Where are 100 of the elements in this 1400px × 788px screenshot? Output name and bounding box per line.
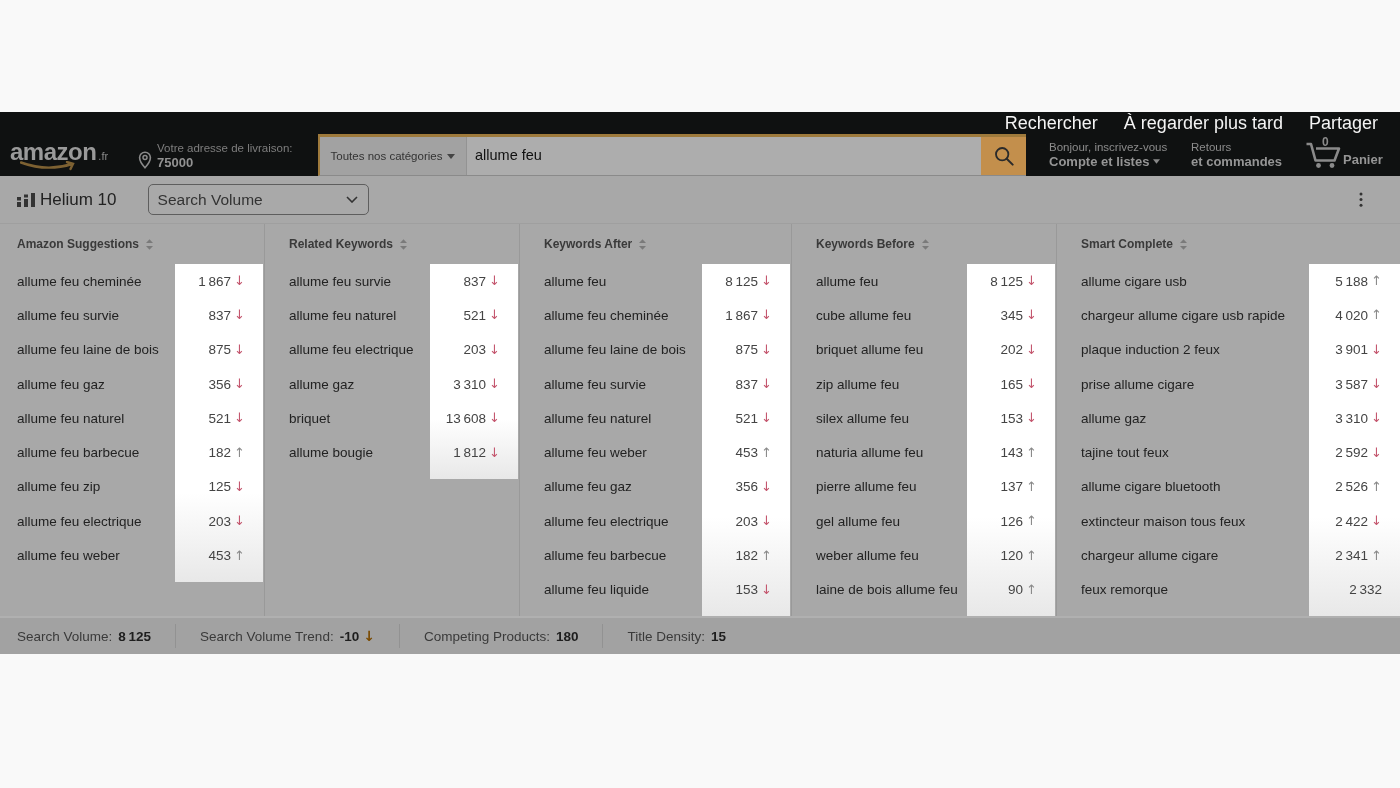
search-volume: 203 [463,342,487,358]
keyword-text: allume feu barbecue [17,445,140,461]
trend-arrow: ↑ [1371,478,1382,495]
delivery-postcode[interactable]: 75000 [157,154,293,170]
keyword-text: laine de bois allume feu [816,582,958,598]
trend-arrow: ↑ [1026,513,1037,530]
keyword-text: allume cigare bluetooth [1081,479,1221,495]
column-header[interactable]: Related Keywords [289,237,394,251]
orders-link[interactable]: et commandes [1191,153,1305,170]
sort-icon[interactable] [146,238,153,250]
summary-value: 15 [711,628,727,644]
trend-arrow: ↓ [489,444,500,461]
keyword-text: plaque induction 2 feux [1081,342,1220,358]
video-overlay-action[interactable]: À regarder plus tard [1123,112,1283,134]
chevron-down-icon [345,196,358,203]
column-header[interactable]: Keywords Before [816,237,915,251]
column-header[interactable]: Keywords After [544,237,633,251]
account-link[interactable]: Compte et listes [1049,153,1191,170]
keyword-text: allume cigare usb [1081,273,1187,289]
search-volume: 837 [463,273,487,289]
search-volume: 837 [735,376,759,392]
caret-down-icon [1153,159,1161,164]
sort-icon[interactable] [400,238,408,250]
metric-dropdown[interactable]: Search Volume [147,184,369,215]
search-volume: 2 332 [1349,582,1382,598]
keyword-text: allume feu weber [544,445,647,461]
trend-arrow: ↓ [489,376,500,393]
search-icon [993,146,1014,166]
video-overlay-action[interactable]: Rechercher [1004,112,1098,134]
trend-arrow: ↓ [1371,513,1382,530]
keyword-text: allume bougie [289,445,374,461]
keyword-text: allume feu survie [544,376,647,392]
keyword-text: allume feu liquide [544,582,650,598]
cart-count: 0 [1322,136,1329,149]
trend-arrow: ↓ [761,273,772,290]
sort-icon[interactable] [639,238,647,250]
sort-icon[interactable] [921,238,929,250]
keyword-text: allume gaz [289,376,355,392]
keyword-text: chargeur allume cigare usb rapide [1081,307,1286,323]
search-volume: 3 901 [1335,342,1369,358]
column-header[interactable]: Amazon Suggestions [17,237,139,251]
trend-arrow: ↓ [1371,444,1382,461]
keyword-text: allume feu electrique [17,513,142,529]
search-volume: 8 125 [990,273,1024,289]
keyword-text: allume feu cheminée [17,273,142,289]
trend-arrow: ↑ [1371,307,1382,324]
keyword-text: feux remorque [1081,582,1169,598]
trend-arrow: ↓ [761,513,772,530]
trend-arrow: ↓ [761,581,772,598]
search-volume: 875 [735,342,759,358]
trend-arrow: ↓ [761,478,772,495]
keyword-text: allume feu barbecue [544,548,667,563]
keyword-text: naturia allume feu [816,445,924,461]
trend-arrow: ↓ [489,410,500,427]
keyword-text: chargeur allume cigare [1081,548,1219,563]
search-input[interactable]: allume feu [467,137,981,175]
search-volume: 2 422 [1335,513,1369,529]
search-volume: 143 [1000,445,1024,461]
keyword-text: allume feu gaz [544,479,632,495]
search-volume: 875 [208,342,232,358]
search-volume: 453 [735,445,759,461]
search-volume: 345 [1000,307,1024,323]
sort-icon[interactable] [1180,238,1188,250]
trend-arrow: ↑ [234,547,245,564]
trend-arrow: ↓ [1371,376,1382,393]
keyword-text: silex allume feu [816,410,910,426]
keyword-text: cube allume feu [816,307,912,323]
returns-label: Retours [1191,140,1233,154]
more-options-icon[interactable] [1359,192,1363,207]
keyword-text: allume feu laine de bois [544,342,686,358]
trend-arrow: ↑ [1371,547,1382,564]
caret-down-icon [447,153,456,159]
video-overlay-action[interactable]: Partager [1308,112,1378,134]
delivery-label: Votre adresse de livraison: [157,140,293,155]
trend-arrow: ↓ [234,273,245,290]
trend-arrow: ↓ [1026,273,1037,290]
search-volume: 90 [1008,582,1024,598]
keyword-text: allume feu electrique [544,513,669,529]
search-volume: 1 867 [198,273,232,289]
keyword-text: pierre allume feu [816,479,917,495]
search-volume: 13 608 [445,410,487,426]
column-header[interactable]: Smart Complete [1081,237,1174,251]
trend-arrow: ↑ [1026,444,1037,461]
category-dropdown[interactable]: Toutes nos catégories [320,137,467,175]
search-volume: 1 867 [725,307,759,323]
trend-arrow: ↓ [489,273,500,290]
logo-domain: .fr [98,150,109,162]
search-volume: 521 [208,410,232,426]
search-button[interactable] [981,137,1026,175]
search-volume: 837 [208,307,232,323]
trend-arrow: ↓ [761,307,772,324]
summary-value: 8 125 [118,628,152,644]
search-volume: 356 [208,376,232,392]
search-volume: 3 310 [1335,410,1369,426]
keyword-text: briquet allume feu [816,342,924,358]
keyword-text: allume feu [544,273,607,289]
logo-wordmark[interactable]: amazon [10,139,97,165]
keyword-text: allume feu zip [17,479,101,495]
cart-link[interactable]: Panier [1343,152,1383,168]
search-volume: 153 [735,582,759,598]
